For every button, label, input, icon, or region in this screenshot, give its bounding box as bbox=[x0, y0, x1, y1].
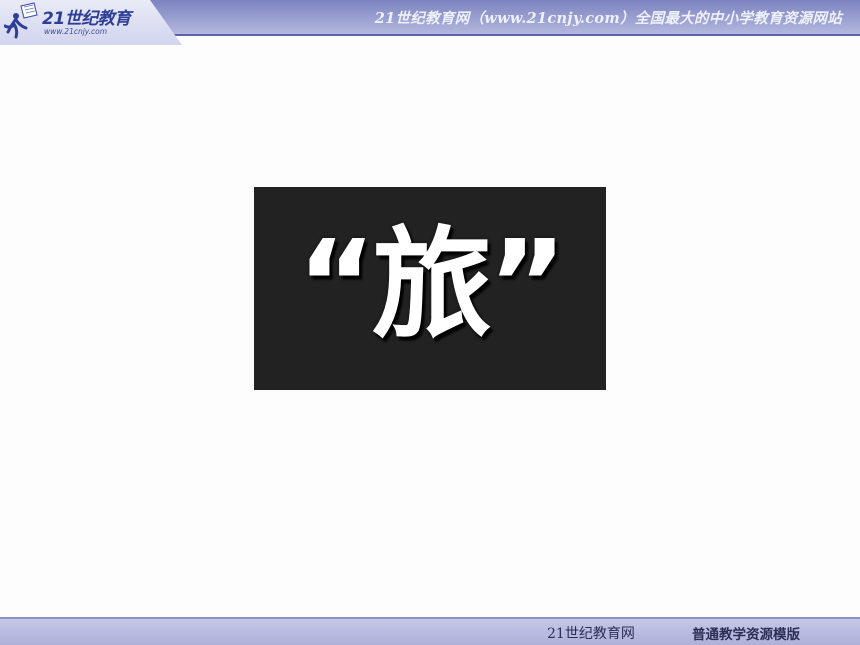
logo-url: www.21cnjy.com bbox=[44, 27, 108, 36]
running-figure-book-icon bbox=[4, 2, 38, 39]
footer-template-name: 普通教学资源模版 bbox=[692, 627, 800, 643]
title-card: “旅” bbox=[254, 187, 606, 390]
header-slogan: 21世纪教育网（www.21cnjy.com）全国最大的中小学教育资源网站 bbox=[374, 10, 842, 27]
slide-title: “旅” bbox=[297, 215, 567, 355]
logo-tab: 21世纪教育 www.21cnjy.com bbox=[0, 0, 182, 45]
slide-footer: 21世纪教育网 普通教学资源模版 bbox=[0, 617, 860, 645]
logo-name: 21世纪教育 bbox=[42, 9, 131, 29]
footer-site-name: 21世纪教育网 bbox=[547, 626, 635, 642]
slide-header: 21世纪教育 www.21cnjy.com 21世纪教育网（www.21cnjy… bbox=[0, 0, 860, 45]
